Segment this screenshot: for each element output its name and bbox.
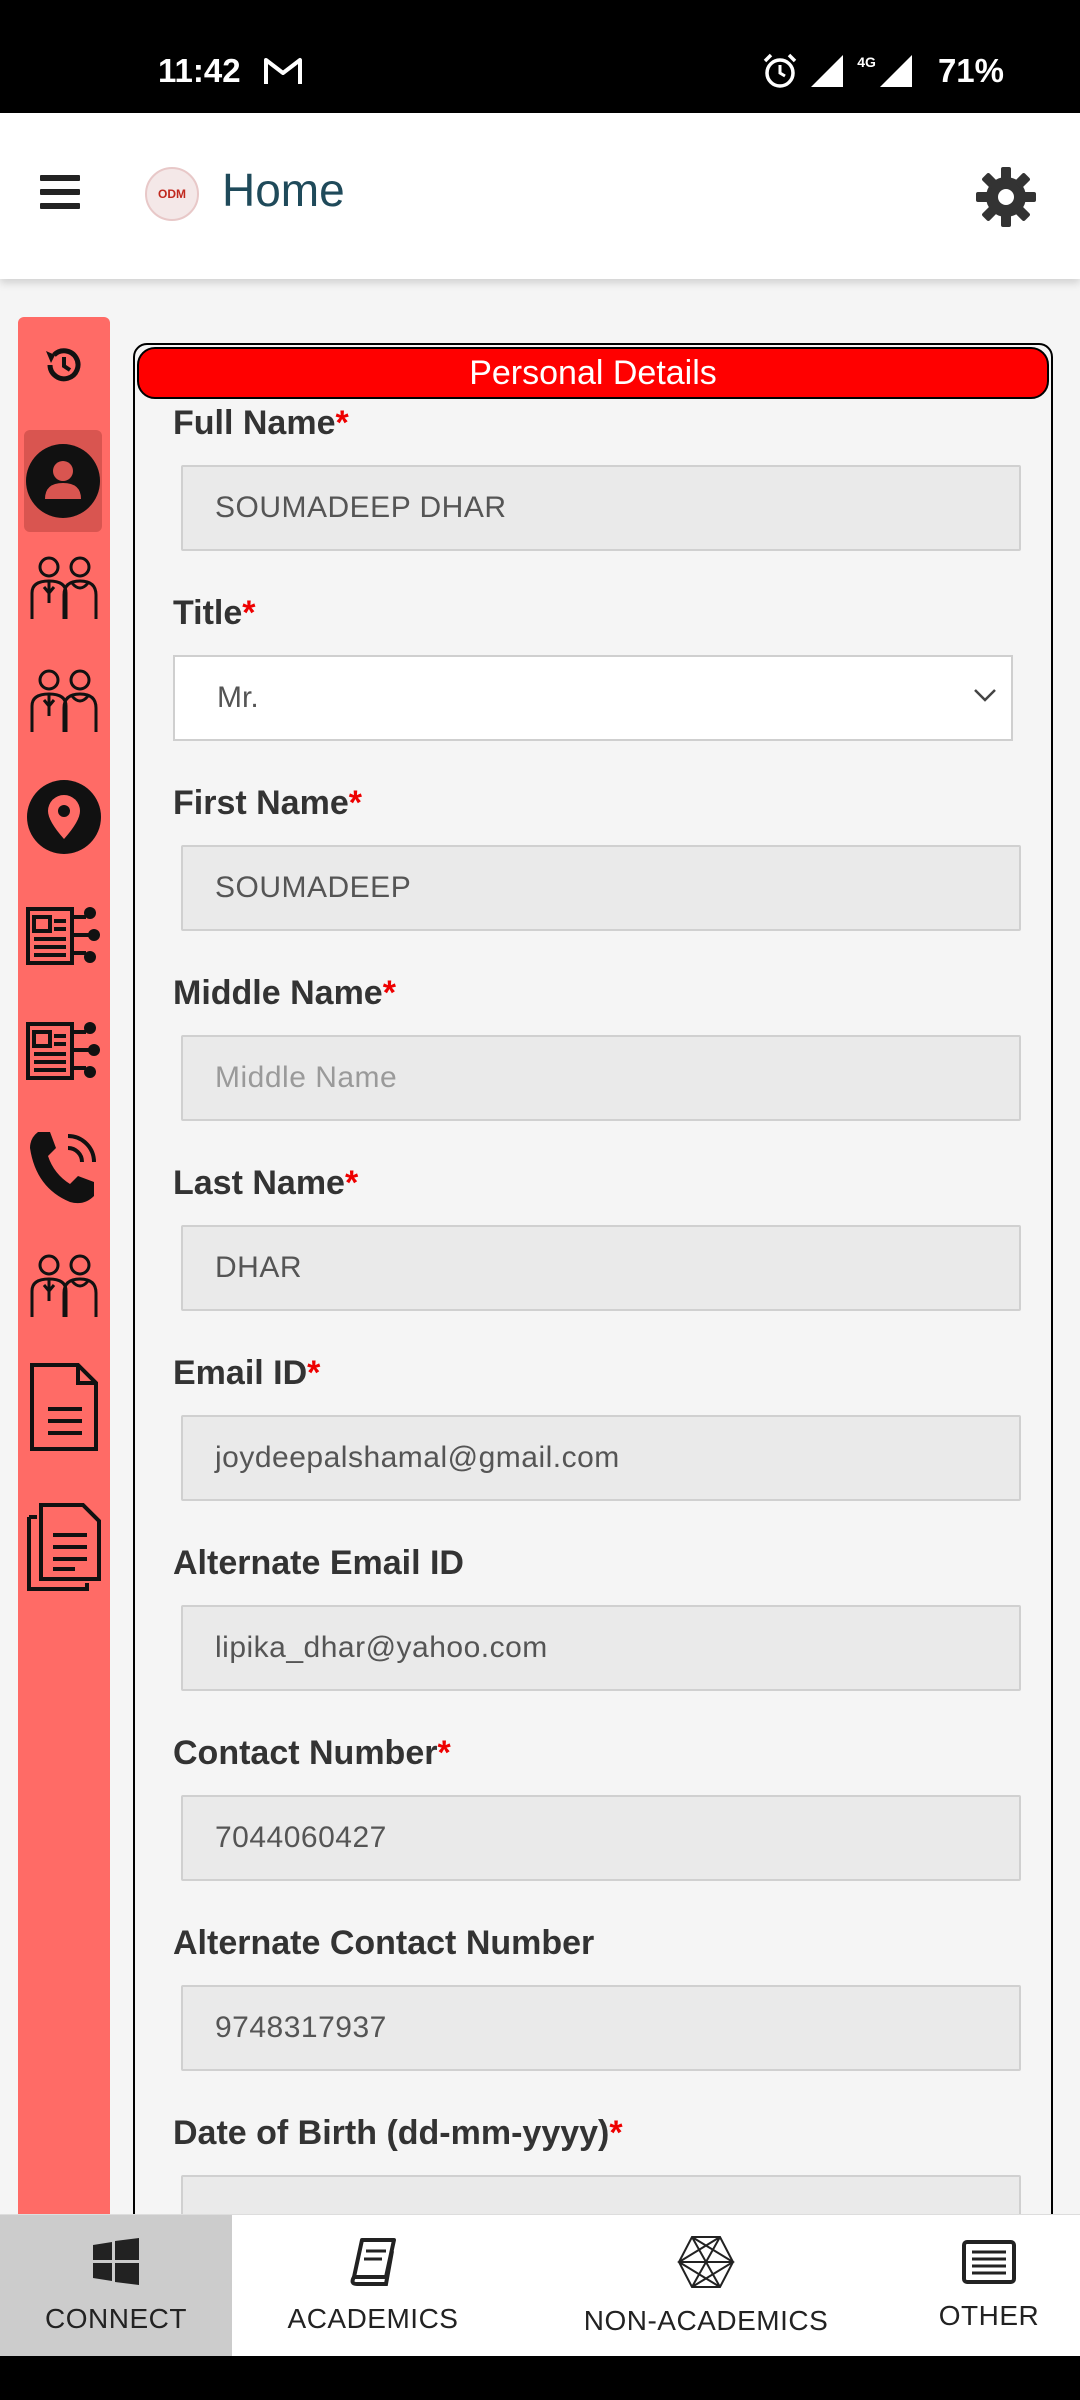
bottom-nav: CONNECT ACADEMICS NON-ACADEMICS OTHER: [0, 2214, 1080, 2357]
signal-4g-icon: [879, 55, 912, 87]
list-icon: [962, 2240, 1016, 2284]
phone-icon: [30, 1132, 96, 1204]
sidebar: [18, 317, 110, 2214]
history-icon: [46, 348, 81, 382]
nav-non-academics[interactable]: NON-ACADEMICS: [514, 2215, 898, 2357]
location-icon: [27, 780, 101, 854]
sidebar-item-address[interactable]: [18, 777, 110, 857]
title-select[interactable]: Mr.: [173, 655, 1013, 741]
nav-non-academics-label: NON-ACADEMICS: [583, 2305, 829, 2336]
sidebar-item-id-card-alt[interactable]: [18, 1010, 110, 1090]
id-card-alt-icon: [26, 1022, 100, 1080]
sidebar-item-profile[interactable]: [24, 430, 102, 532]
profile-icon: [26, 444, 100, 518]
alt-contact-number-field[interactable]: 9748317937: [181, 1985, 1021, 2071]
main-content: Personal Details Full Name* SOUMADEEP DH…: [0, 279, 1080, 2214]
alt-contact-number-label: Alternate Contact Number: [173, 1924, 595, 1962]
documents-icon: [27, 1503, 101, 1591]
app-logo: ODM: [145, 167, 199, 221]
sidebar-item-document[interactable]: [18, 1357, 110, 1457]
family-icon: [30, 556, 98, 619]
full-name-field[interactable]: SOUMADEEP DHAR: [181, 465, 1021, 551]
first-name-field[interactable]: SOUMADEEP: [181, 845, 1021, 931]
nav-connect-label: CONNECT: [45, 2303, 187, 2334]
status-bar: 11:42 4G 71%: [0, 0, 1080, 113]
id-card-icon: [26, 907, 100, 965]
alt-email-label: Alternate Email ID: [173, 1544, 464, 1582]
book-icon: [350, 2238, 396, 2286]
last-name-label: Last Name*: [173, 1164, 359, 1202]
email-field[interactable]: joydeepalshamal@gmail.com: [181, 1415, 1021, 1501]
middle-name-field[interactable]: Middle Name: [181, 1035, 1021, 1121]
full-name-label: Full Name*: [173, 404, 349, 442]
signal-icon: [811, 55, 844, 87]
nav-academics-label: ACADEMICS: [287, 2303, 459, 2334]
chevron-down-icon: [974, 689, 996, 702]
status-icons: 4G 71%: [761, 52, 1004, 90]
contact-number-field[interactable]: 7044060427: [181, 1795, 1021, 1881]
last-name-field[interactable]: DHAR: [181, 1225, 1021, 1311]
windows-icon: [93, 2238, 139, 2285]
app-bar: ODM Home: [0, 113, 1080, 279]
status-time: 11:42: [158, 52, 241, 89]
guardian-icon: [30, 669, 98, 732]
sidebar-item-documents[interactable]: [18, 1497, 110, 1597]
dob-field[interactable]: [181, 2175, 1021, 2214]
contact-number-label: Contact Number*: [173, 1734, 451, 1772]
sidebar-item-phone[interactable]: [18, 1125, 110, 1211]
nav-connect[interactable]: CONNECT: [0, 2215, 232, 2357]
alarm-icon: [764, 53, 797, 88]
section-title: Personal Details: [137, 347, 1049, 399]
alt-email-field[interactable]: lipika_dhar@yahoo.com: [181, 1605, 1021, 1691]
hexagon-mesh-icon: [677, 2236, 735, 2288]
gmail-icon: [264, 58, 302, 84]
email-label: Email ID*: [173, 1354, 321, 1392]
first-name-label: First Name*: [173, 784, 362, 822]
title-label: Title*: [173, 594, 256, 632]
battery-level: 71%: [937, 52, 1004, 89]
contacts-group-icon: [30, 1254, 98, 1317]
sidebar-item-guardian[interactable]: [18, 662, 110, 740]
hamburger-menu-icon[interactable]: [40, 175, 80, 215]
middle-name-label: Middle Name*: [173, 974, 396, 1012]
settings-gear-icon[interactable]: [974, 165, 1038, 229]
page-title: Home: [222, 164, 345, 216]
document-icon: [30, 1363, 98, 1451]
network-type: 4G: [857, 54, 876, 70]
dob-label: Date of Birth (dd-mm-yyyy)*: [173, 2114, 623, 2152]
nav-other[interactable]: OTHER: [898, 2215, 1080, 2357]
nav-academics[interactable]: ACADEMICS: [232, 2215, 514, 2357]
nav-other-label: OTHER: [938, 2300, 1040, 2331]
logo-text: ODM: [158, 186, 186, 201]
sidebar-item-history[interactable]: [18, 335, 110, 395]
sidebar-item-family[interactable]: [18, 549, 110, 627]
sidebar-item-contacts[interactable]: [18, 1247, 110, 1325]
sidebar-item-id-card[interactable]: [18, 895, 110, 975]
system-gesture-bar: [0, 2356, 1080, 2400]
